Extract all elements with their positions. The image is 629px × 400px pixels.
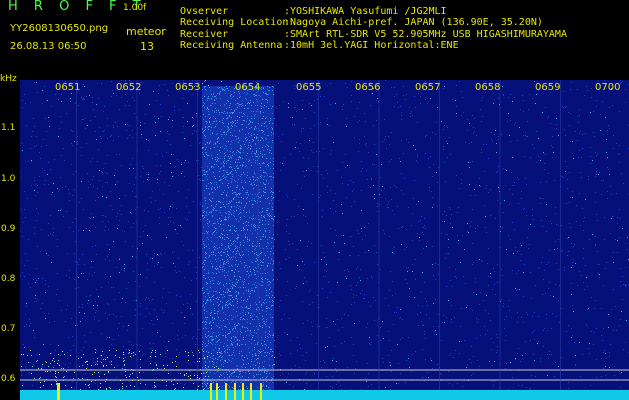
info-value-observer: :YOSHIKAWA Yasufumi /JG2MLI — [284, 6, 447, 17]
y-tick-label: 1.1 — [1, 123, 16, 133]
x-tick-label: 0700 — [595, 82, 621, 93]
app-version: 1.00f — [123, 3, 147, 13]
x-tick-label: 0651 — [55, 82, 81, 93]
y-tick-label: 0.7 — [1, 324, 16, 334]
x-tick-label: 0652 — [116, 82, 142, 93]
meteor-count: 13 — [140, 40, 154, 53]
y-tick-label: 0.8 — [1, 274, 16, 284]
file-datetime: 26.08.13 06:50 — [10, 41, 87, 52]
info-label-receiver: Receiver — [180, 29, 229, 40]
x-tick-label: 0656 — [355, 82, 381, 93]
x-tick-label: 0658 — [475, 82, 501, 93]
info-value-location: :Nagoya Aichi-pref. JAPAN (136.90E, 35.2… — [284, 17, 543, 28]
y-tick-label: 0.9 — [1, 224, 16, 234]
y-tick-label: 0.6 — [1, 374, 16, 384]
meteor-label: meteor — [126, 25, 166, 38]
x-tick-label: 0657 — [415, 82, 441, 93]
info-label-antenna: Receiving Antenna — [180, 40, 283, 51]
x-tick-label: 0659 — [535, 82, 561, 93]
axis-unit: kHz — [0, 74, 17, 84]
x-tick-label: 0654 — [235, 82, 261, 93]
info-label-location: Receiving Location — [180, 17, 289, 28]
hroft-window: H R O F F T 1.00f YY2608130650.png 26.08… — [0, 0, 629, 400]
y-tick-label: 1.0 — [1, 174, 16, 184]
spectrogram-plot — [20, 80, 629, 400]
info-value-antenna: :10mH 3el.YAGI Horizontal:ENE — [284, 40, 459, 51]
info-label-observer: Ovserver — [180, 6, 229, 17]
x-tick-label: 0655 — [296, 82, 322, 93]
x-tick-label: 0653 — [175, 82, 201, 93]
info-value-receiver: :SMArt RTL-SDR V5 52.905MHz USB HIGASHIM… — [284, 29, 567, 40]
file-name: YY2608130650.png — [10, 23, 109, 34]
